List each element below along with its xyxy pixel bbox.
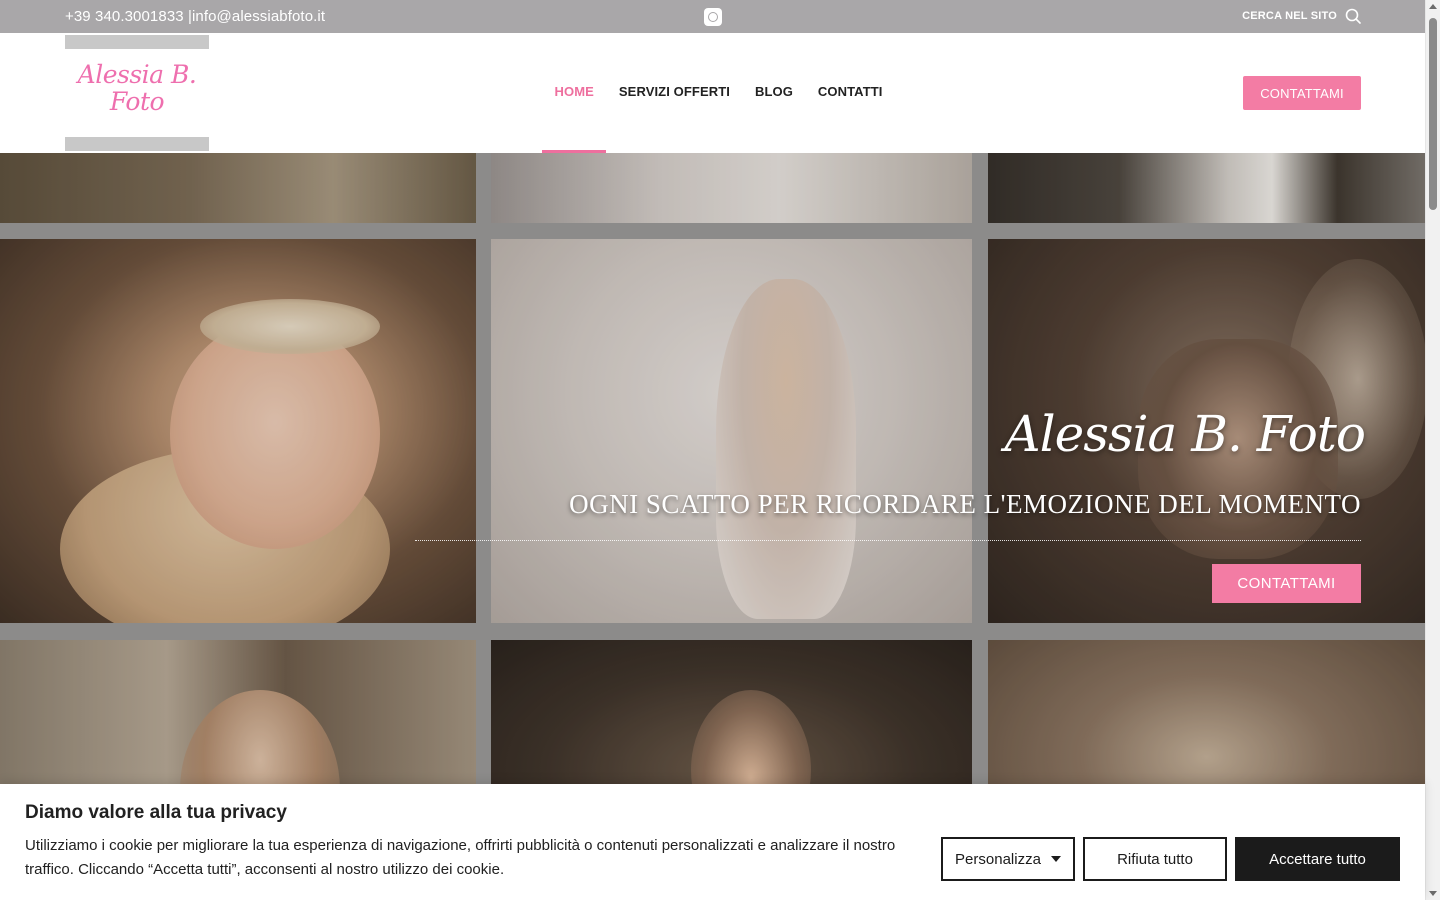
scroll-up-icon[interactable] <box>1429 4 1437 9</box>
search-icon[interactable] <box>1345 8 1361 24</box>
hero-subtitle: OGNI SCATTO PER RICORDARE L'EMOZIONE DEL… <box>569 489 1361 519</box>
site-search[interactable]: CERCA NEL SITO <box>1242 8 1361 24</box>
scroll-thumb[interactable] <box>1429 18 1437 210</box>
page: +39 340.3001833 |info@alessiabfoto.it CE… <box>0 0 1440 900</box>
customize-button[interactable]: Personalizza <box>941 837 1075 881</box>
nav-servizi-offerti[interactable]: SERVIZI OFFERTI <box>606 33 742 153</box>
top-bar: +39 340.3001833 |info@alessiabfoto.it CE… <box>0 0 1425 33</box>
nav-home[interactable]: HOME <box>542 33 607 153</box>
hero-contact-button[interactable]: CONTATTAMI <box>1212 564 1361 603</box>
site-header: Alessia B. Foto HOME SERVIZI OFFERTI BLO… <box>0 33 1425 153</box>
scroll-down-icon[interactable] <box>1429 891 1437 896</box>
cookie-title: Diamo valore alla tua privacy <box>25 802 287 823</box>
caret-down-icon <box>1050 856 1061 862</box>
header-contact-button[interactable]: CONTATTAMI <box>1243 76 1361 110</box>
cookie-banner: Diamo valore alla tua privacy Utilizziam… <box>0 784 1425 900</box>
logo-text: Alessia B. Foto <box>77 60 197 116</box>
divider <box>415 540 1361 541</box>
nav-blog[interactable]: BLOG <box>742 33 805 153</box>
cookie-text: Utilizziamo i cookie per migliorare la t… <box>25 837 896 878</box>
site-logo[interactable]: Alessia B. Foto <box>65 35 209 151</box>
reject-all-button[interactable]: Rifiuta tutto <box>1083 837 1227 881</box>
page-scrollbar[interactable] <box>1425 0 1440 900</box>
instagram-icon[interactable] <box>704 8 722 26</box>
search-label[interactable]: CERCA NEL SITO <box>1242 10 1337 22</box>
accept-all-button[interactable]: Accettare tutto <box>1235 837 1400 881</box>
contact-info[interactable]: +39 340.3001833 |info@alessiabfoto.it <box>65 8 325 25</box>
main-nav: HOME SERVIZI OFFERTI BLOG CONTATTI <box>542 33 895 153</box>
customize-label: Personalizza <box>955 850 1041 868</box>
nav-contatti[interactable]: CONTATTI <box>805 33 895 153</box>
hero-title: Alessia B. Foto <box>1004 405 1366 463</box>
